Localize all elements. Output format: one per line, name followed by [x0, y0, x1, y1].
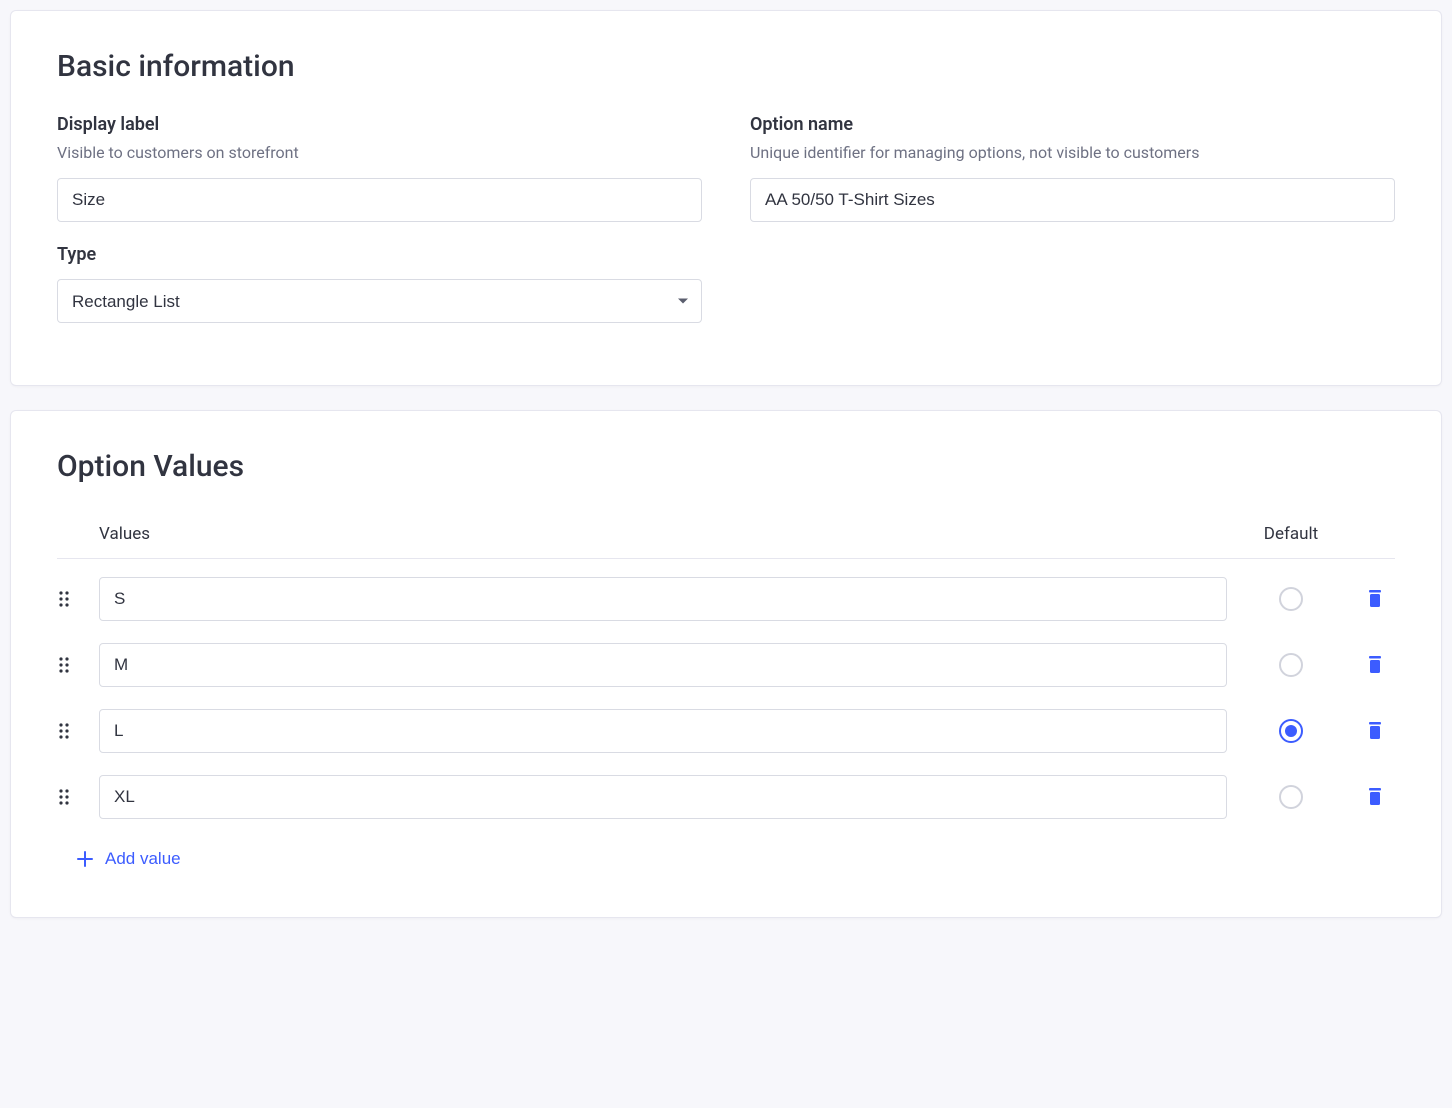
option-value-input[interactable] — [99, 709, 1227, 753]
trash-icon — [1365, 588, 1385, 610]
delete-button[interactable] — [1361, 584, 1389, 614]
option-value-row — [57, 643, 1395, 687]
default-column — [1227, 587, 1355, 611]
default-radio[interactable] — [1279, 653, 1303, 677]
add-value-button[interactable]: Add value — [75, 841, 181, 877]
default-radio[interactable] — [1279, 785, 1303, 809]
drag-handle-icon — [57, 722, 73, 740]
basic-info-title: Basic information — [57, 49, 1395, 84]
delete-column — [1355, 716, 1395, 746]
option-value-input[interactable] — [99, 577, 1227, 621]
delete-column — [1355, 782, 1395, 812]
option-name-label: Option name — [750, 114, 1395, 135]
display-label-input[interactable] — [57, 178, 702, 222]
trash-icon — [1365, 654, 1385, 676]
option-name-help: Unique identifier for managing options, … — [750, 143, 1395, 162]
type-select[interactable]: Rectangle List — [57, 279, 702, 323]
drag-handle[interactable] — [57, 590, 99, 608]
add-value-label: Add value — [105, 849, 181, 869]
display-label-help: Visible to customers on storefront — [57, 143, 702, 162]
type-select-wrap: Rectangle List — [57, 279, 702, 323]
drag-handle[interactable] — [57, 788, 99, 806]
basic-info-card: Basic information Display label Visible … — [10, 10, 1442, 386]
option-values-title: Option Values — [57, 449, 1395, 484]
header-default: Default — [1227, 524, 1355, 544]
plus-icon — [75, 849, 95, 869]
option-value-row — [57, 775, 1395, 819]
drag-handle-icon — [57, 656, 73, 674]
option-value-row — [57, 577, 1395, 621]
drag-handle-icon — [57, 788, 73, 806]
option-value-row — [57, 709, 1395, 753]
default-radio[interactable] — [1279, 719, 1303, 743]
drag-handle[interactable] — [57, 656, 99, 674]
default-column — [1227, 719, 1355, 743]
type-field: Type Rectangle List — [57, 244, 702, 323]
type-label: Type — [57, 244, 702, 265]
option-name-input[interactable] — [750, 178, 1395, 222]
option-value-input[interactable] — [99, 775, 1227, 819]
delete-column — [1355, 584, 1395, 614]
option-values-card: Option Values Values Default Add value — [10, 410, 1442, 918]
option-value-input[interactable] — [99, 643, 1227, 687]
delete-button[interactable] — [1361, 782, 1389, 812]
trash-icon — [1365, 720, 1385, 742]
option-name-field: Option name Unique identifier for managi… — [750, 114, 1395, 222]
header-values: Values — [57, 524, 1227, 544]
basic-info-row1: Display label Visible to customers on st… — [57, 114, 1395, 244]
trash-icon — [1365, 786, 1385, 808]
default-column — [1227, 653, 1355, 677]
default-column — [1227, 785, 1355, 809]
option-values-rows — [57, 559, 1395, 819]
drag-handle[interactable] — [57, 722, 99, 740]
drag-handle-icon — [57, 590, 73, 608]
display-label-label: Display label — [57, 114, 702, 135]
display-label-field: Display label Visible to customers on st… — [57, 114, 702, 222]
option-values-header: Values Default — [57, 514, 1395, 559]
default-radio[interactable] — [1279, 587, 1303, 611]
basic-info-row2: Type Rectangle List — [57, 244, 1395, 345]
delete-column — [1355, 650, 1395, 680]
delete-button[interactable] — [1361, 716, 1389, 746]
delete-button[interactable] — [1361, 650, 1389, 680]
